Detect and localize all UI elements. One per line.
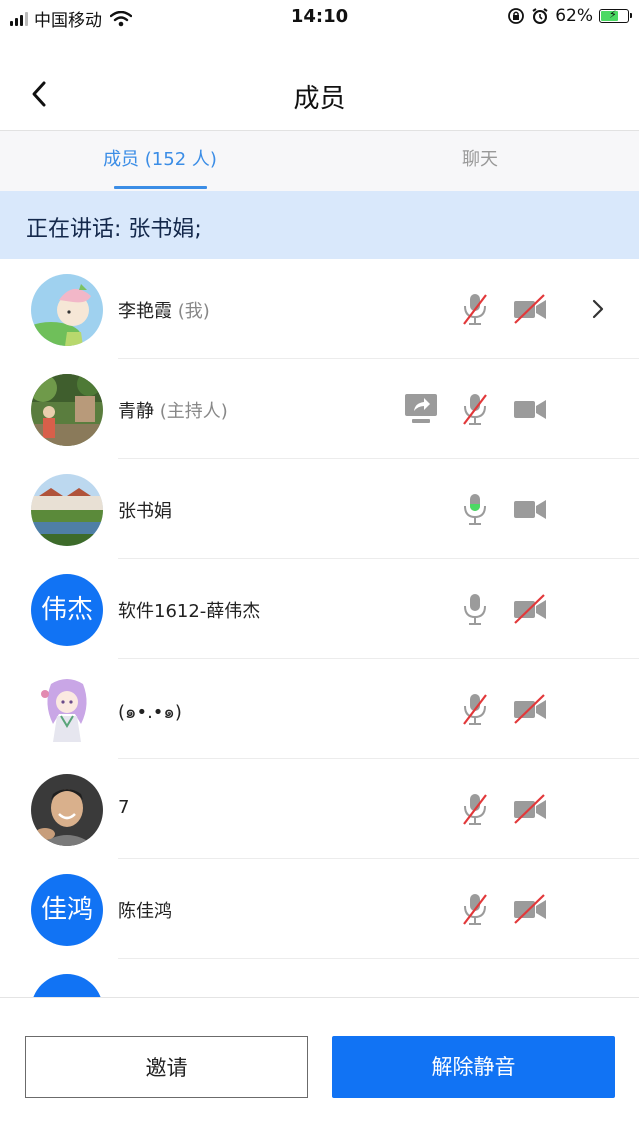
unmute-all-button[interactable]: 解除静音 <box>332 1036 615 1098</box>
member-role: (我) <box>177 301 210 322</box>
member-name: 7 <box>118 797 130 818</box>
speaking-banner: 正在讲话: 张书娟; <box>0 191 639 259</box>
battery-percent: 62% <box>555 6 593 26</box>
member-name: (๑•.•๑) <box>118 702 182 723</box>
avatar-image <box>31 474 103 546</box>
avatar: 伟杰 <box>31 574 103 646</box>
avatar: 佳鸿 <box>31 874 103 946</box>
mic-muted-icon[interactable] <box>462 892 488 926</box>
member-row[interactable]: 张书娟 <box>0 459 639 559</box>
avatar <box>31 274 103 346</box>
member-name: 李艳霞 (我) <box>118 301 210 322</box>
camera-off-icon[interactable] <box>513 792 547 826</box>
mic-muted-icon[interactable] <box>462 692 488 726</box>
avatar-image <box>31 274 103 346</box>
avatar <box>31 774 103 846</box>
status-right: 62% ⚡ <box>507 6 632 26</box>
avatar <box>31 674 103 746</box>
tab-active-indicator <box>114 186 207 189</box>
camera-on-icon[interactable] <box>513 392 547 426</box>
mic-muted-icon[interactable] <box>462 792 488 826</box>
member-row[interactable]: 青静 (主持人) <box>0 359 639 459</box>
mic-muted-icon[interactable] <box>462 392 488 426</box>
member-row[interactable]: 7 <box>0 759 639 859</box>
battery-icon: ⚡ <box>599 8 632 23</box>
rotation-lock-icon <box>508 8 525 24</box>
member-role: (主持人) <box>159 401 228 422</box>
camera-off-icon[interactable] <box>513 292 547 326</box>
tab-members[interactable]: 成员 (152 人) <box>0 131 320 191</box>
mic-muted-icon[interactable] <box>462 292 488 326</box>
nav-bar: 成员 <box>0 34 639 131</box>
mic-speaking-icon[interactable] <box>462 492 488 526</box>
member-row[interactable]: 伟杰 软件1612-薛伟杰 <box>0 559 639 659</box>
member-list[interactable]: 李艳霞 (我) 青静 (主持人) 张书娟 伟杰 软件1612-薛伟杰 (๑•.•… <box>0 259 639 997</box>
status-bar: 中国移动 14:10 62% ⚡ <box>0 0 639 34</box>
member-row[interactable]: 佳鸿 陈佳鸿 <box>0 859 639 959</box>
bottom-action-bar: 邀请 解除静音 <box>0 997 639 1138</box>
camera-on-icon[interactable] <box>513 492 547 526</box>
mic-on-icon[interactable] <box>462 592 488 626</box>
member-name: 陈佳鸿 <box>118 901 172 922</box>
charging-bolt-icon: ⚡ <box>609 8 617 21</box>
avatar <box>31 474 103 546</box>
member-row[interactable]: (๑•.•๑) <box>0 659 639 759</box>
tab-chat[interactable]: 聊天 <box>320 131 639 191</box>
member-name: 青静 (主持人) <box>118 401 228 422</box>
avatar <box>31 974 103 997</box>
avatar-image <box>31 774 103 846</box>
alarm-icon <box>532 8 548 24</box>
avatar-image <box>31 674 103 746</box>
camera-off-icon[interactable] <box>513 592 547 626</box>
chevron-right-icon[interactable] <box>588 292 608 326</box>
avatar-image <box>31 374 103 446</box>
camera-off-icon[interactable] <box>513 692 547 726</box>
member-row[interactable]: 李艳霞 (我) <box>0 259 639 359</box>
tab-bar: 成员 (152 人) 聊天 <box>0 131 639 191</box>
member-row[interactable] <box>0 959 639 997</box>
avatar <box>31 374 103 446</box>
camera-off-icon[interactable] <box>513 892 547 926</box>
member-name: 张书娟 <box>118 501 172 522</box>
screen-share-icon[interactable] <box>404 392 438 426</box>
speaking-text: 正在讲话: 张书娟; <box>26 217 202 242</box>
page-title: 成员 <box>293 84 346 114</box>
member-name: 软件1612-薛伟杰 <box>118 601 261 622</box>
invite-button[interactable]: 邀请 <box>25 1036 308 1098</box>
